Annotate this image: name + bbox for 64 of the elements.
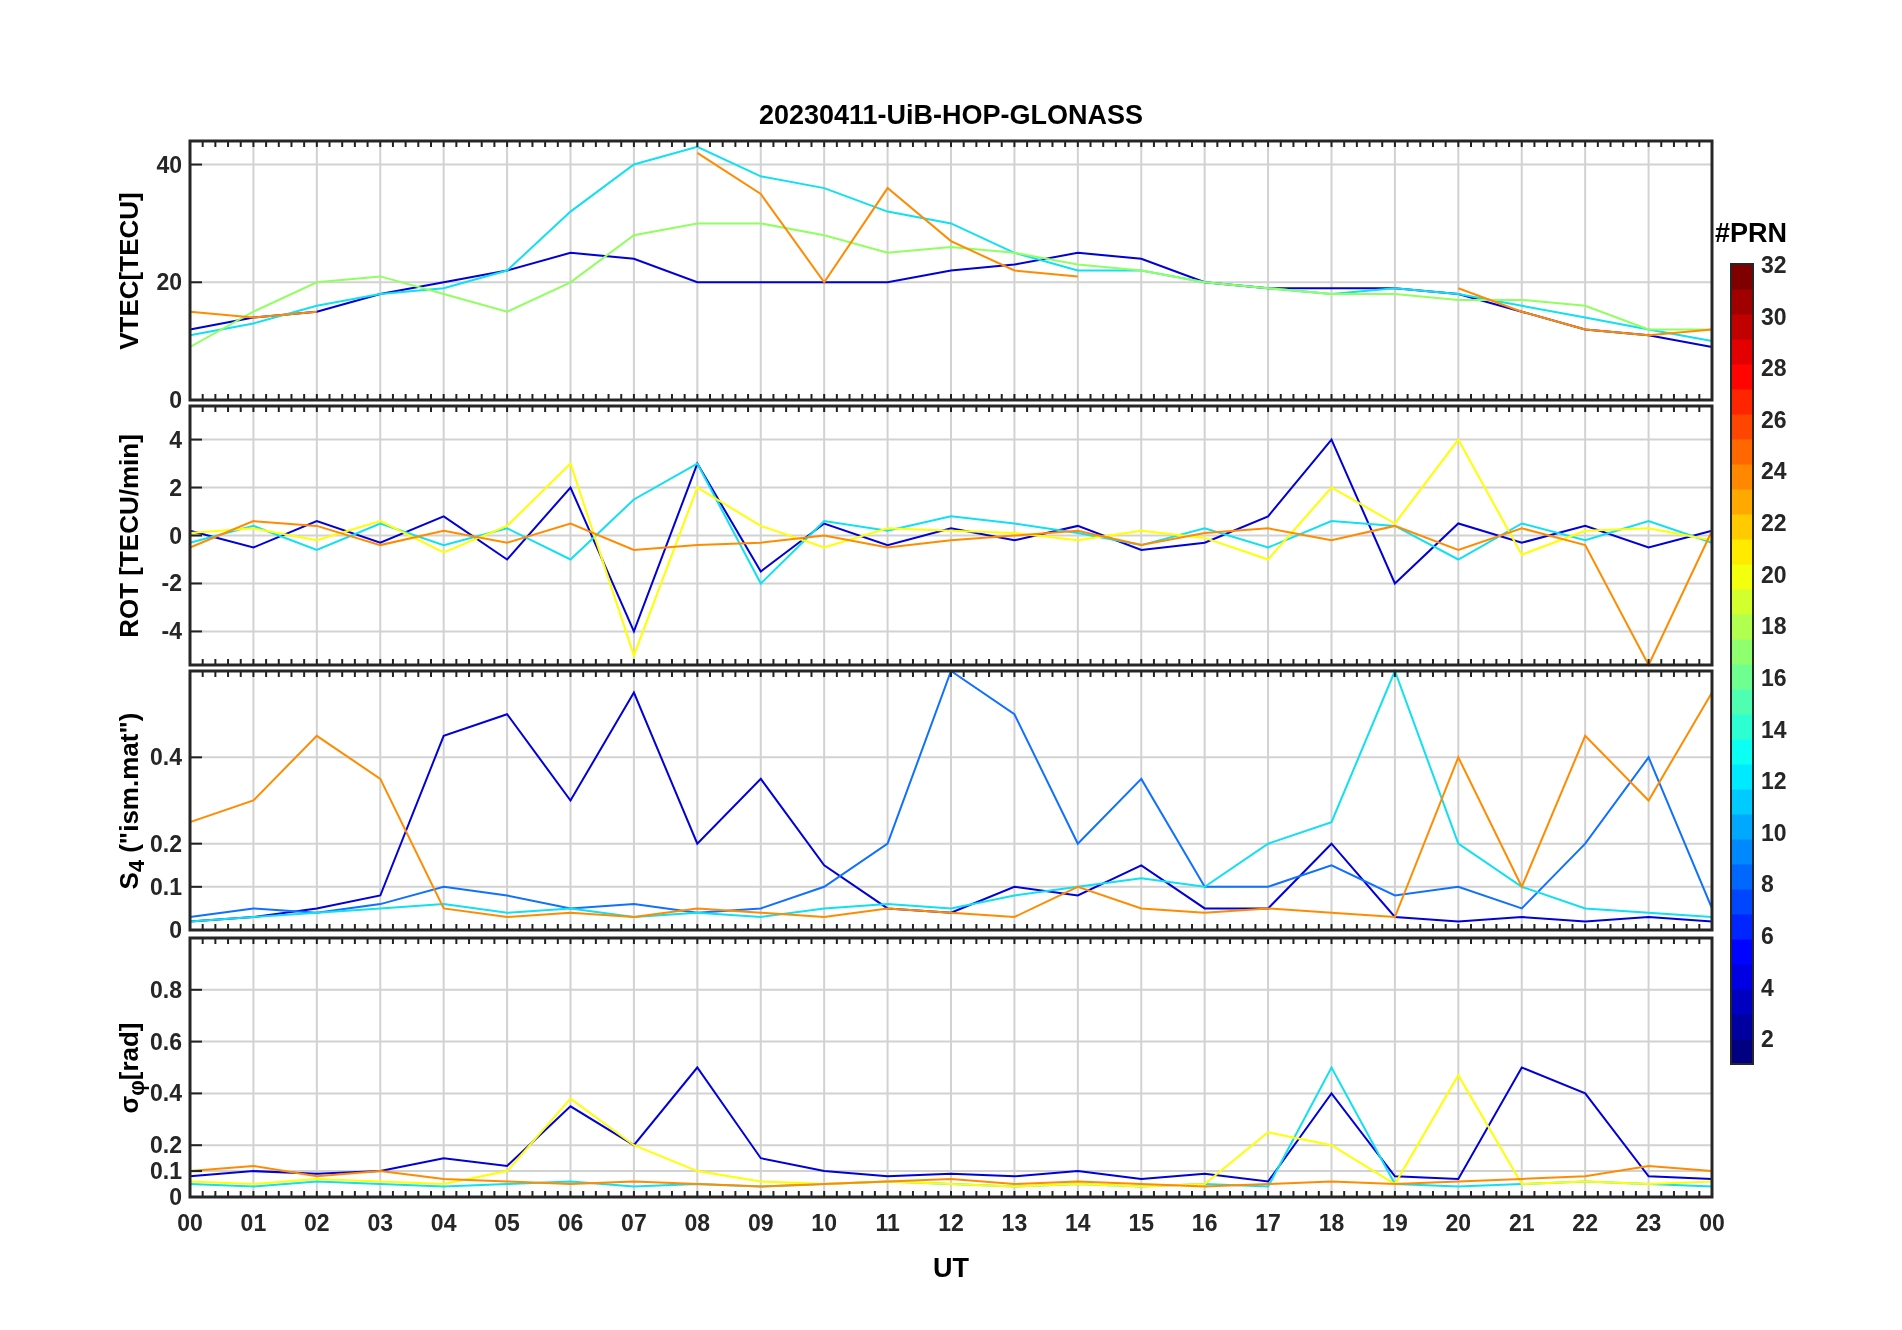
tick-label: 30 [1761,303,1787,330]
tick-label: 22 [1572,1210,1598,1236]
tick-label: 14 [1761,716,1787,743]
tick-label: 00 [1699,1210,1725,1236]
tick-label: 05 [494,1210,520,1236]
tick-label: 0 [169,1184,182,1210]
tick-label: 13 [1001,1210,1028,1236]
tick-label: 00 [177,1210,203,1236]
tick-label: 18 [1761,613,1787,640]
tick-label: 0.8 [150,976,182,1003]
tick-label: 32 [1761,252,1787,278]
tick-label: 15 [1128,1210,1155,1236]
tick-label: 02 [304,1210,330,1236]
tick-label: 07 [621,1210,647,1236]
tick-label: 0.4 [150,1080,182,1107]
tick-label: 17 [1255,1210,1281,1236]
tick-label: 19 [1382,1210,1408,1236]
tick-label: 0.6 [150,1028,182,1055]
tick-label: 12 [1761,768,1787,795]
axis-title: ROT [TECU/min] [112,432,145,640]
tick-label: 10 [1761,819,1787,846]
tick-label: 0.2 [150,830,182,857]
tick-label: 20 [1445,1210,1472,1236]
tick-label: 4 [169,426,182,453]
tick-label: 0 [169,917,182,943]
chart-title: 20230411-UiB-HOP-GLONASS [757,100,1145,131]
tick-label: 4 [1761,974,1774,1001]
tick-label: 0 [169,387,182,413]
tick-label: 16 [1761,664,1787,691]
tick-label: 21 [1508,1210,1535,1236]
tick-label: 04 [430,1210,457,1236]
tick-label: 24 [1761,458,1787,485]
tick-label: 0.2 [150,1132,182,1159]
tick-label: 2 [1761,1026,1774,1053]
tick-label: 03 [367,1210,394,1236]
tick-label: 14 [1065,1210,1091,1236]
tick-label: 0.1 [150,1158,182,1185]
axis-title: UT [933,1253,969,1283]
tick-label: 0.1 [150,873,182,900]
tick-label: 2 [169,474,182,501]
tick-label: 08 [684,1210,711,1236]
colorbar-title: #PRN [1715,218,1787,248]
tick-label: 09 [747,1210,774,1236]
tick-label: -2 [161,570,182,597]
tick-label: 20 [1761,561,1787,588]
tick-label: 6 [1761,922,1774,949]
tick-label: 26 [1761,406,1787,433]
tick-label: -4 [161,618,182,645]
tick-label: 22 [1761,510,1787,537]
tick-label: 06 [557,1210,584,1236]
tick-label: 28 [1761,355,1787,382]
tick-label: 10 [811,1210,837,1236]
tick-label: 40 [156,151,182,178]
tick-label: 8 [1761,871,1774,898]
tick-label: 12 [938,1210,964,1236]
tick-label: 01 [240,1210,267,1236]
tick-label: 18 [1318,1210,1345,1236]
tick-label: 0.4 [150,744,182,771]
tick-label: 11 [875,1210,900,1236]
axis-title: VTEC[TECU] [112,190,145,352]
tick-label: 16 [1191,1210,1218,1236]
tick-label: 0 [169,522,182,549]
tick-label: 23 [1635,1210,1662,1236]
tick-label: 20 [156,269,182,296]
